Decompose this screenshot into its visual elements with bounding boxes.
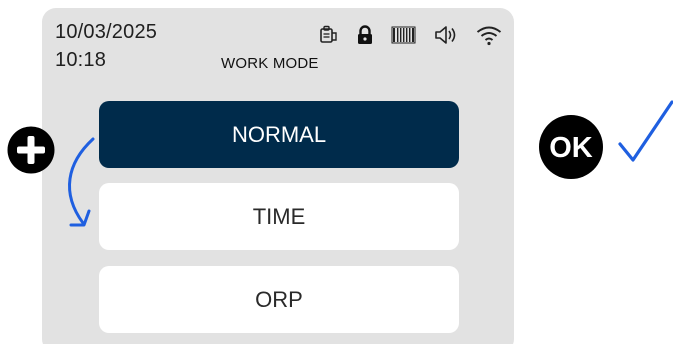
mode-option-label: ORP (255, 286, 303, 312)
page-title: WORK MODE (221, 55, 319, 72)
speaker-icon (435, 26, 456, 44)
check-mark-icon (618, 100, 673, 162)
lock-icon (358, 25, 372, 44)
mode-option-label: TIME (252, 203, 306, 229)
ok-key-label: OK (549, 132, 593, 164)
ok-key-icon[interactable]: OK (538, 114, 604, 180)
barcode-battery-icon (391, 26, 416, 44)
status-icon-bar (317, 24, 507, 48)
wifi-icon (476, 26, 502, 46)
mode-option-time[interactable]: TIME (99, 183, 459, 250)
time-display: 10:18 (55, 49, 107, 71)
mode-option-normal[interactable]: NORMAL (99, 101, 459, 168)
mode-option-orp[interactable]: ORP (99, 266, 459, 333)
clipboard-hand-icon (320, 25, 337, 43)
mode-option-label: NORMAL (231, 121, 327, 147)
device-screen-illustration: 10/03/2025 10:18 WORK MODE NORMAL TIME O… (0, 0, 673, 344)
curved-arrow-icon (68, 137, 95, 227)
plus-key-icon[interactable] (6, 125, 56, 175)
date-display: 10/03/2025 (55, 21, 158, 43)
